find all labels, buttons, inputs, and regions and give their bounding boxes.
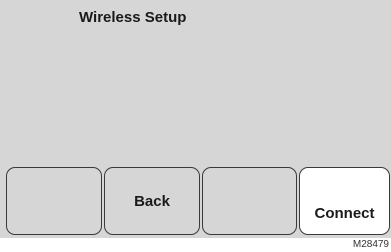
- softkey-3-blank[interactable]: [202, 167, 297, 235]
- screen-title: Wireless Setup: [79, 9, 187, 26]
- softkey-1-blank[interactable]: [6, 167, 102, 235]
- figure-id-label: M28479: [352, 239, 389, 250]
- thermostat-screen: Wireless Setup Back Connect: [0, 0, 391, 238]
- connect-button[interactable]: Connect: [299, 167, 390, 235]
- back-button[interactable]: Back: [104, 167, 200, 235]
